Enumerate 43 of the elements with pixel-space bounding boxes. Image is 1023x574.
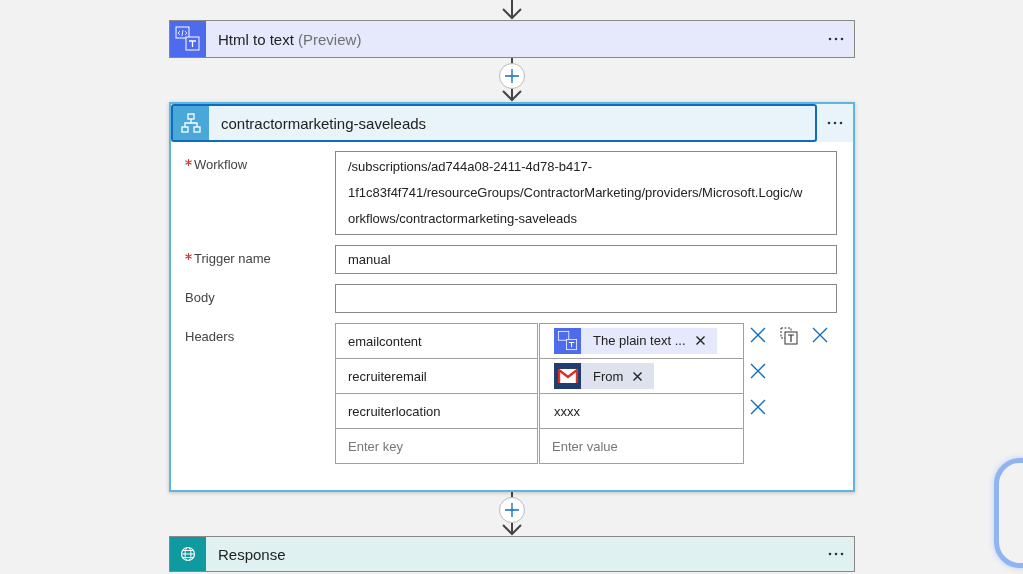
add-step-button[interactable] bbox=[499, 497, 525, 523]
input-field[interactable]: manual bbox=[335, 245, 837, 274]
step-title: contractormarketing-saveleads bbox=[221, 114, 428, 132]
close-icon[interactable] bbox=[750, 363, 766, 379]
token-chip[interactable]: From bbox=[554, 363, 655, 389]
workflow-card-header[interactable]: contractormarketing-saveleads bbox=[171, 104, 817, 142]
plus-icon bbox=[505, 503, 519, 517]
close-icon[interactable] bbox=[812, 327, 828, 343]
add-step-button[interactable] bbox=[499, 63, 525, 89]
more-options-icon[interactable] bbox=[828, 552, 844, 556]
input-field[interactable]: /subscriptions/ad744a08-2411-4d78-b417- 1f1c83f4f741/resourceGroups/ContractorMarketing/providers/Microsoft.Logic/w orkflows/contractormarketing-saveleads bbox=[335, 151, 837, 235]
field-label: Trigger name bbox=[194, 251, 271, 266]
mail-icon bbox=[554, 363, 581, 389]
plus-icon bbox=[505, 69, 519, 83]
field-label: Workflow bbox=[194, 157, 248, 172]
field-label: Body bbox=[185, 290, 215, 305]
html-to-text-icon bbox=[554, 327, 581, 354]
key-input[interactable]: Enter key bbox=[336, 430, 537, 462]
field-label: Headers bbox=[185, 329, 235, 344]
value-cell[interactable]: xxxx bbox=[554, 403, 580, 419]
globe-icon bbox=[170, 537, 206, 571]
remove-icon[interactable] bbox=[695, 336, 705, 345]
input-field[interactable] bbox=[335, 284, 837, 313]
more-options-icon[interactable] bbox=[827, 121, 843, 125]
more-options-icon[interactable] bbox=[828, 37, 844, 41]
step-title: Response bbox=[218, 545, 287, 563]
required-asterisk-icon bbox=[185, 159, 192, 166]
action-card[interactable]: Html to text (Preview) bbox=[169, 20, 855, 58]
required-asterisk-icon bbox=[185, 253, 192, 260]
key-cell[interactable]: recruiterlocation bbox=[335, 393, 539, 429]
close-icon[interactable] bbox=[750, 327, 766, 343]
arrow-icon bbox=[500, 0, 524, 20]
close-icon[interactable] bbox=[750, 399, 766, 415]
token-chip[interactable]: The plain text ... bbox=[554, 327, 717, 354]
remove-icon[interactable] bbox=[633, 371, 643, 381]
key-cell[interactable]: emailcontent bbox=[335, 323, 539, 359]
action-card[interactable]: Response bbox=[169, 536, 855, 572]
text-mode-icon[interactable] bbox=[780, 327, 798, 345]
hierarchy-icon bbox=[173, 106, 209, 140]
value-input[interactable]: Enter value bbox=[540, 430, 743, 462]
key-cell[interactable]: recruiteremail bbox=[335, 358, 539, 394]
html-to-text-icon bbox=[170, 21, 206, 57]
step-title: Html to text (Preview) bbox=[218, 30, 363, 48]
